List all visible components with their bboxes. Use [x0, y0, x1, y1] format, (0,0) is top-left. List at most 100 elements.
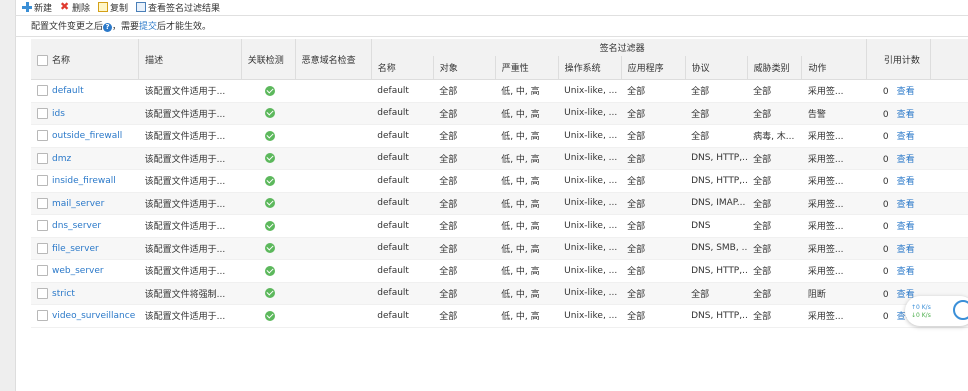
- new-button[interactable]: 新建: [22, 1, 52, 14]
- profile-name-link[interactable]: outside_firewall: [52, 131, 122, 141]
- profile-name-link[interactable]: strict: [52, 289, 75, 299]
- profile-name-link[interactable]: dmz: [52, 154, 71, 164]
- cell-action: 采用签...: [801, 214, 867, 238]
- cell-name: mail_server: [31, 192, 139, 215]
- cell-object: 全部: [433, 304, 496, 328]
- cell-filter-name: default: [371, 259, 434, 283]
- ref-count-value: 0: [882, 109, 889, 120]
- cell-protocol: DNS, SMB, ...: [685, 237, 748, 260]
- ref-count-value: 0: [882, 289, 889, 300]
- copy-button[interactable]: 复制: [98, 1, 128, 14]
- toolbar: 新建 ✖ 删除 复制 查看签名过滤结果: [22, 0, 228, 14]
- cell-malicious-domain: [295, 259, 372, 283]
- check-circle-icon: [265, 310, 276, 321]
- toolbar-divider: [15, 15, 968, 16]
- profile-name-link[interactable]: dns_server: [52, 221, 101, 231]
- subheader-threat-category[interactable]: 威胁类别: [746, 55, 802, 80]
- select-all-checkbox[interactable]: [37, 54, 48, 66]
- profile-name-link[interactable]: ids: [52, 109, 65, 119]
- view-link[interactable]: 查看: [897, 110, 915, 120]
- cell-application: 全部: [621, 169, 686, 193]
- row-checkbox[interactable]: [37, 130, 48, 142]
- subheader-os[interactable]: 操作系统: [557, 55, 622, 80]
- cell-filter-name: default: [371, 214, 434, 238]
- view-link[interactable]: 查看: [897, 200, 915, 210]
- header-correlation[interactable]: 关联检测: [240, 39, 296, 80]
- table-row[interactable]: dns_server 该配置文件适用于... default 全部 低, 中, 高 Uni…: [31, 214, 968, 238]
- cell-threat-category: 全部: [747, 304, 802, 328]
- subheader-protocol[interactable]: 协议: [684, 55, 748, 80]
- subheader-object[interactable]: 对象: [432, 55, 496, 80]
- profile-name-link[interactable]: inside_firewall: [52, 176, 116, 186]
- profile-name-link[interactable]: video_surveillance: [52, 311, 135, 321]
- view-link[interactable]: 查看: [897, 267, 915, 277]
- profile-name-link[interactable]: file_server: [52, 244, 99, 254]
- view-link[interactable]: 查看: [897, 87, 915, 97]
- row-checkbox[interactable]: [37, 220, 48, 232]
- header-malicious-domain[interactable]: 恶意域名检查: [294, 39, 372, 80]
- subheader-filter-name[interactable]: 名称: [370, 55, 434, 80]
- table-row[interactable]: file_server 该配置文件适用于... default 全部 低, 中, 高 Un…: [31, 237, 968, 260]
- cell-action: 采用签...: [801, 304, 867, 328]
- header-edit: 编辑: [930, 39, 968, 80]
- row-checkbox[interactable]: [37, 310, 48, 322]
- cell-action: 采用签...: [801, 147, 867, 170]
- cell-name: ids: [31, 102, 139, 125]
- plus-icon: [22, 2, 32, 12]
- cell-filter-name: default: [371, 147, 434, 170]
- table-row[interactable]: outside_firewall 该配置文件适用于... default 全部 低, 中…: [31, 124, 968, 148]
- table-row[interactable]: video_surveillance 该配置文件适用于... default 全部 低,…: [31, 304, 968, 328]
- cell-action: 阻断: [801, 282, 867, 305]
- row-checkbox[interactable]: [37, 152, 48, 164]
- delete-button[interactable]: ✖ 删除: [60, 1, 90, 14]
- header-description[interactable]: 描述: [138, 39, 242, 80]
- ref-count-value: 0: [882, 87, 889, 98]
- subheader-severity[interactable]: 严重性: [494, 55, 559, 80]
- cell-action: 采用签...: [801, 259, 867, 283]
- view-link[interactable]: 查看: [897, 132, 915, 142]
- help-icon[interactable]: ?: [103, 23, 113, 32]
- header-ref-count[interactable]: 引用计数: [866, 39, 931, 80]
- cell-severity: 低, 中, 高: [495, 237, 559, 260]
- view-link[interactable]: 查看: [897, 245, 915, 255]
- cell-correlation: [241, 282, 296, 305]
- table-row[interactable]: web_server 该配置文件适用于... default 全部 低, 中, 高 Uni…: [31, 259, 968, 283]
- cell-threat-category: 全部: [747, 192, 802, 215]
- profile-name-link[interactable]: mail_server: [52, 199, 104, 209]
- cell-malicious-domain: [295, 169, 372, 193]
- view-link[interactable]: 查看: [897, 222, 915, 232]
- row-checkbox[interactable]: [37, 265, 48, 277]
- row-checkbox[interactable]: [37, 242, 48, 254]
- table-row[interactable]: strict 该配置文件将强制... default 全部 低, 中, 高 Unix-li…: [31, 282, 968, 305]
- profile-name-link[interactable]: web_server: [52, 266, 104, 276]
- table-row[interactable]: mail_server 该配置文件适用于... default 全部 低, 中, 高 Un…: [31, 192, 968, 215]
- row-checkbox[interactable]: [37, 85, 48, 97]
- delete-button-label: 删除: [72, 3, 91, 14]
- table-row[interactable]: dmz 该配置文件适用于... default 全部 低, 中, 高 Unix-like,…: [31, 147, 968, 170]
- profile-name-link[interactable]: default: [52, 86, 84, 96]
- subheader-action[interactable]: 动作: [801, 55, 867, 80]
- view-signature-result-button[interactable]: 查看签名过滤结果: [136, 1, 220, 14]
- ref-count-value: 0: [882, 267, 889, 278]
- row-checkbox[interactable]: [37, 107, 48, 119]
- table-row[interactable]: default 该配置文件适用于... default 全部 低, 中, 高 Unix-l…: [31, 79, 968, 103]
- row-checkbox[interactable]: [37, 287, 48, 299]
- row-checkbox[interactable]: [37, 197, 48, 209]
- check-circle-icon: [265, 243, 276, 253]
- cell-action: 采用签...: [801, 192, 867, 215]
- cell-protocol: DNS, HTTP,...: [685, 147, 748, 170]
- header-name[interactable]: 名称: [31, 39, 139, 80]
- subheader-application[interactable]: 应用程序: [620, 55, 686, 80]
- table-row[interactable]: inside_firewall 该配置文件适用于... default 全部 低, 中,…: [31, 169, 968, 193]
- cell-malicious-domain: [295, 147, 372, 170]
- view-link[interactable]: 查看: [897, 155, 915, 165]
- cell-os: Unix-like, ...: [558, 102, 622, 125]
- commit-link[interactable]: 提交: [139, 22, 157, 32]
- cell-protocol: 全部: [685, 124, 748, 148]
- table-row[interactable]: ids 该配置文件适用于... default 全部 低, 中, 高 Unix-like,…: [31, 102, 968, 125]
- view-link[interactable]: 查看: [897, 177, 915, 187]
- cell-edit: [930, 169, 968, 193]
- network-speed-widget[interactable]: ↑0 K/s ↓0 K/s: [905, 296, 968, 326]
- row-checkbox[interactable]: [37, 175, 48, 187]
- cell-edit: [930, 79, 968, 103]
